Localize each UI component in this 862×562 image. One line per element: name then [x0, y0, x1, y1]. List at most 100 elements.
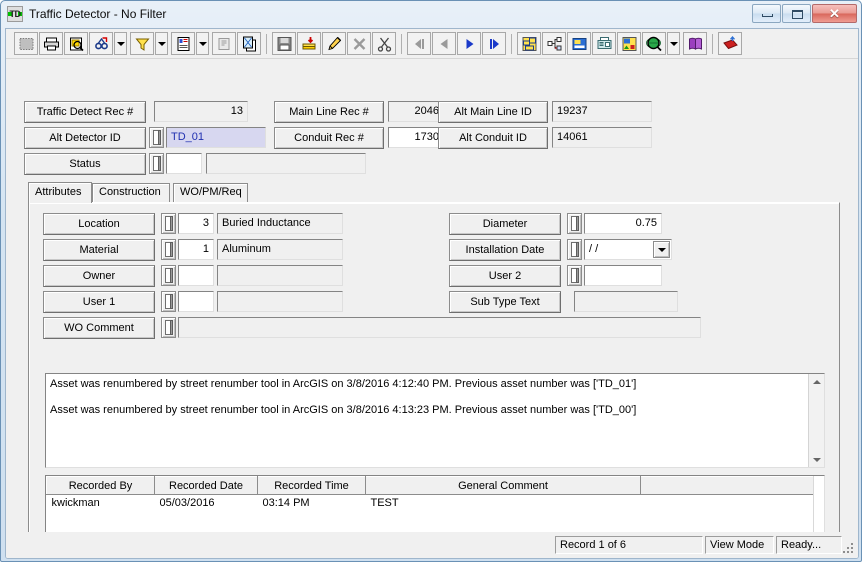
location-label-button[interactable]: Location: [43, 213, 155, 235]
book-icon[interactable]: [683, 32, 707, 55]
wo-comment-input[interactable]: [178, 317, 701, 338]
delete-record-icon[interactable]: [347, 32, 371, 55]
sub-type-text-label-button[interactable]: Sub Type Text: [449, 291, 561, 313]
material-lookup-button[interactable]: [161, 239, 176, 260]
inspection-icon[interactable]: [567, 32, 591, 55]
image-icon[interactable]: [617, 32, 641, 55]
report-icon[interactable]: [171, 32, 195, 55]
alt-detector-id-label-button[interactable]: Alt Detector ID: [24, 127, 146, 149]
previous-record-icon[interactable]: [432, 32, 456, 55]
globe-search-icon[interactable]: [642, 32, 666, 55]
owner-lookup-button[interactable]: [161, 265, 176, 286]
memo-vertical-scrollbar[interactable]: [808, 374, 824, 467]
conduit-rec-value[interactable]: 1730: [388, 127, 444, 148]
tab-wo-pm-req[interactable]: WO/PM/Req: [173, 183, 248, 202]
print-preview-icon[interactable]: [64, 32, 88, 55]
user1-label-button[interactable]: User 1: [43, 291, 155, 313]
last-record-icon[interactable]: [482, 32, 506, 55]
diameter-lookup-button[interactable]: [567, 213, 582, 234]
main-line-rec-label-button[interactable]: Main Line Rec #: [274, 101, 384, 123]
tab-construction[interactable]: Construction: [92, 183, 170, 202]
owner-label-button[interactable]: Owner: [43, 265, 155, 287]
save-icon[interactable]: [272, 32, 296, 55]
report-dropdown-icon[interactable]: [196, 32, 209, 55]
map-icon[interactable]: [517, 32, 541, 55]
tab-attributes[interactable]: Attributes: [28, 182, 92, 203]
material-label-button[interactable]: Material: [43, 239, 155, 261]
alt-conduit-id-label-button[interactable]: Alt Conduit ID: [438, 127, 548, 149]
next-record-icon[interactable]: [457, 32, 481, 55]
user1-lookup-button[interactable]: [161, 291, 176, 312]
find-dropdown-icon[interactable]: [114, 32, 127, 55]
select-records-icon[interactable]: [14, 32, 38, 55]
installation-date-combo[interactable]: / /: [584, 239, 672, 260]
status-lookup-button[interactable]: [149, 153, 164, 174]
installation-date-label-button[interactable]: Installation Date: [449, 239, 561, 261]
scroll-down-icon[interactable]: [809, 452, 824, 467]
print-icon[interactable]: [39, 32, 63, 55]
alt-detector-id-lookup-button[interactable]: [149, 127, 164, 148]
traffic-detect-rec-label-button[interactable]: Traffic Detect Rec #: [24, 101, 146, 123]
edit-record-icon[interactable]: [322, 32, 346, 55]
column-header-extra[interactable]: [640, 476, 814, 495]
cell-extra: [640, 494, 814, 511]
chevron-down-icon[interactable]: [653, 241, 670, 258]
alt-detector-id-input[interactable]: TD_01: [166, 127, 266, 148]
tab-strip: Attributes Construction WO/PM/Req: [28, 182, 840, 203]
conduit-rec-label-button[interactable]: Conduit Rec #: [274, 127, 384, 149]
material-code-input[interactable]: 1: [178, 239, 214, 260]
column-header-general-comment[interactable]: General Comment: [365, 476, 641, 495]
column-header-recorded-time[interactable]: Recorded Time: [257, 476, 366, 495]
wo-comment-label-button[interactable]: WO Comment: [43, 317, 155, 339]
location-code-input[interactable]: 3: [178, 213, 214, 234]
filter-dropdown-icon[interactable]: [155, 32, 168, 55]
tree-view-icon[interactable]: [542, 32, 566, 55]
column-header-recorded-date[interactable]: Recorded Date: [154, 476, 258, 495]
status-bar: Record 1 of 6 View Mode Ready...: [6, 532, 858, 558]
cell-general-comment: TEST: [365, 494, 641, 511]
filter-icon[interactable]: [130, 32, 154, 55]
diameter-input[interactable]: 0.75: [584, 213, 662, 234]
toolbar-separator: [266, 33, 267, 54]
diameter-label-button[interactable]: Diameter: [449, 213, 561, 235]
user1-code-input[interactable]: [178, 291, 214, 312]
fax-icon[interactable]: [592, 32, 616, 55]
window-controls: ✕: [752, 4, 857, 23]
owner-code-input[interactable]: [178, 265, 214, 286]
status-label-button[interactable]: Status: [24, 153, 146, 175]
user2-lookup-button[interactable]: [567, 265, 582, 286]
status-state: Ready...: [776, 536, 842, 554]
table-header-row: Recorded By Recorded Date Recorded Time …: [46, 476, 814, 495]
minimize-button[interactable]: [752, 4, 781, 23]
alt-conduit-id-value: 14061: [552, 127, 652, 148]
maximize-button[interactable]: [782, 4, 811, 23]
column-header-recorded-by[interactable]: Recorded By: [46, 476, 155, 495]
memo-line: Asset was renumbered by street renumber …: [50, 404, 637, 416]
user1-text-value: [217, 291, 343, 312]
wo-comment-lookup-button[interactable]: [161, 317, 176, 338]
application-window: TD Traffic Detector - No Filter ✕ Traffi…: [0, 0, 862, 562]
find-icon[interactable]: [89, 32, 113, 55]
resize-grip-icon[interactable]: [842, 542, 855, 555]
cut-icon[interactable]: [372, 32, 396, 55]
user2-input[interactable]: [584, 265, 662, 286]
table-row[interactable]: kwickman 05/03/2016 03:14 PM TEST: [46, 494, 814, 511]
close-button[interactable]: ✕: [812, 4, 857, 23]
installation-date-value: / /: [589, 243, 599, 255]
copy-record-icon[interactable]: [237, 32, 261, 55]
renumber-history-memo[interactable]: Asset was renumbered by street renumber …: [45, 373, 825, 468]
location-lookup-button[interactable]: [161, 213, 176, 234]
globe-dropdown-icon[interactable]: [667, 32, 680, 55]
export-icon[interactable]: [718, 32, 742, 55]
sub-type-text-value: [574, 291, 678, 312]
scroll-up-icon[interactable]: [809, 374, 824, 389]
add-record-icon[interactable]: [297, 32, 321, 55]
user2-label-button[interactable]: User 2: [449, 265, 561, 287]
first-record-icon[interactable]: [407, 32, 431, 55]
installation-date-lookup-button[interactable]: [567, 239, 582, 260]
alt-main-line-id-label-button[interactable]: Alt Main Line ID: [438, 101, 548, 123]
status-code-input[interactable]: [166, 153, 202, 174]
form-area: Traffic Detect Rec # 13 Main Line Rec # …: [6, 59, 858, 558]
properties-icon[interactable]: [212, 32, 236, 55]
toolbar-separator: [712, 33, 713, 54]
